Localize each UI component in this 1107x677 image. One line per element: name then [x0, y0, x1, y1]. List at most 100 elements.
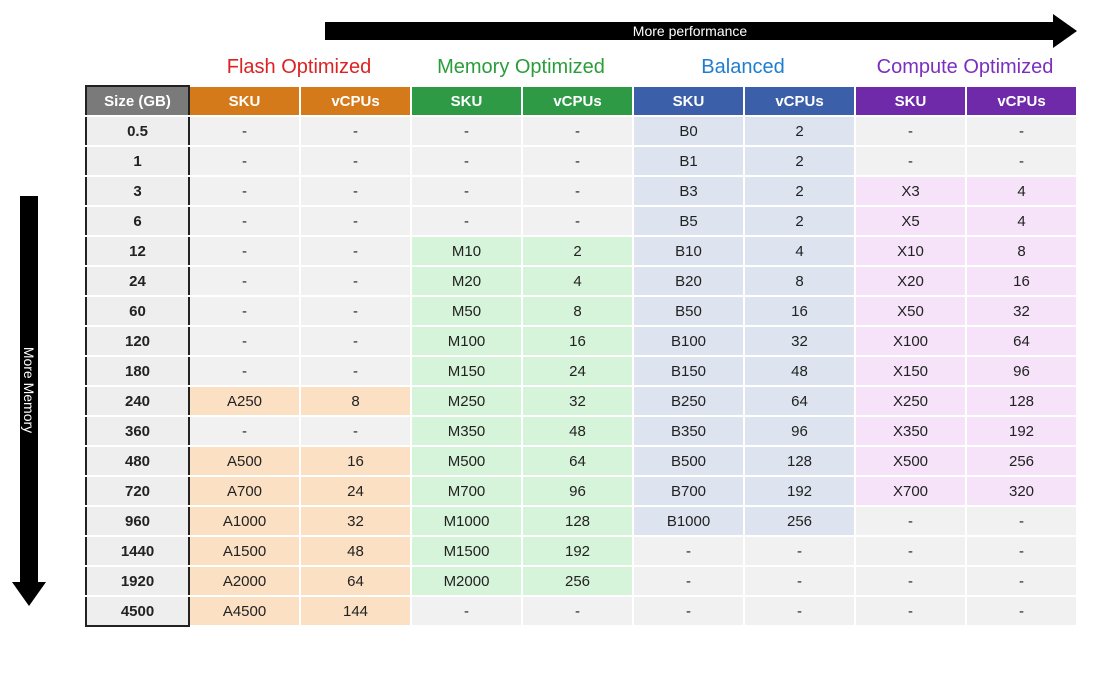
arrow-right-icon: [1053, 14, 1077, 48]
cell-flash-vcpus: -: [300, 356, 411, 386]
cell-compute-vcpus: -: [966, 146, 1077, 176]
cell-balanced-vcpus: -: [744, 566, 855, 596]
cell-flash-sku: -: [189, 116, 300, 146]
cell-compute-vcpus: -: [966, 116, 1077, 146]
cell-balanced-sku: B700: [633, 476, 744, 506]
cell-size: 960: [86, 506, 189, 536]
cell-size: 60: [86, 296, 189, 326]
cell-flash-sku: -: [189, 206, 300, 236]
cell-balanced-vcpus: 96: [744, 416, 855, 446]
cell-flash-sku: -: [189, 266, 300, 296]
left-axis-label: More Memory: [21, 347, 37, 433]
cell-balanced-sku: -: [633, 536, 744, 566]
cell-memory-vcpus: 96: [522, 476, 633, 506]
cell-balanced-sku: B100: [633, 326, 744, 356]
cell-balanced-vcpus: 256: [744, 506, 855, 536]
cell-flash-vcpus: -: [300, 116, 411, 146]
cell-flash-sku: A500: [189, 446, 300, 476]
cell-compute-vcpus: 256: [966, 446, 1077, 476]
cell-flash-vcpus: -: [300, 416, 411, 446]
cell-flash-vcpus: -: [300, 296, 411, 326]
table-header-row: Size (GB) SKU vCPUs SKU vCPUs SKU vCPUs …: [86, 86, 1077, 116]
cell-flash-sku: A4500: [189, 596, 300, 626]
cell-balanced-vcpus: 2: [744, 146, 855, 176]
cell-flash-sku: -: [189, 356, 300, 386]
cell-memory-sku: M1000: [411, 506, 522, 536]
cell-flash-sku: -: [189, 326, 300, 356]
cell-compute-vcpus: -: [966, 596, 1077, 626]
cell-compute-vcpus: -: [966, 536, 1077, 566]
cell-compute-sku: X150: [855, 356, 966, 386]
cell-flash-sku: -: [189, 176, 300, 206]
cell-memory-sku: -: [411, 146, 522, 176]
cell-compute-sku: X350: [855, 416, 966, 446]
cell-flash-vcpus: 144: [300, 596, 411, 626]
cell-memory-sku: M700: [411, 476, 522, 506]
cell-compute-vcpus: 4: [966, 176, 1077, 206]
cell-memory-sku: M500: [411, 446, 522, 476]
table-row: 24--M204B208X2016: [86, 266, 1077, 296]
cell-balanced-sku: B250: [633, 386, 744, 416]
cell-memory-sku: M100: [411, 326, 522, 356]
table-row: 6----B52X54: [86, 206, 1077, 236]
cell-size: 120: [86, 326, 189, 356]
cell-memory-vcpus: 48: [522, 416, 633, 446]
cell-size: 180: [86, 356, 189, 386]
cell-memory-vcpus: 256: [522, 566, 633, 596]
header-balanced-sku: SKU: [633, 86, 744, 116]
cell-memory-sku: M1500: [411, 536, 522, 566]
cell-compute-sku: X700: [855, 476, 966, 506]
cell-flash-sku: A700: [189, 476, 300, 506]
cell-compute-sku: -: [855, 116, 966, 146]
sku-table: Size (GB) SKU vCPUs SKU vCPUs SKU vCPUs …: [85, 85, 1078, 627]
cell-memory-vcpus: -: [522, 116, 633, 146]
table-row: 1440A150048M1500192----: [86, 536, 1077, 566]
cell-flash-sku: -: [189, 296, 300, 326]
cell-memory-sku: M350: [411, 416, 522, 446]
cell-size: 4500: [86, 596, 189, 626]
cell-memory-vcpus: -: [522, 206, 633, 236]
cell-memory-sku: -: [411, 596, 522, 626]
cell-memory-vcpus: 128: [522, 506, 633, 536]
cell-balanced-vcpus: 64: [744, 386, 855, 416]
cell-compute-vcpus: 128: [966, 386, 1077, 416]
header-balanced-vcpus: vCPUs: [744, 86, 855, 116]
header-flash-sku: SKU: [189, 86, 300, 116]
cell-compute-vcpus: 192: [966, 416, 1077, 446]
cell-memory-sku: M50: [411, 296, 522, 326]
table-row: 3----B32X34: [86, 176, 1077, 206]
cell-flash-vcpus: -: [300, 236, 411, 266]
cell-memory-vcpus: -: [522, 176, 633, 206]
cell-flash-vcpus: 32: [300, 506, 411, 536]
cell-memory-vcpus: 8: [522, 296, 633, 326]
table-row: 720A70024M70096B700192X700320: [86, 476, 1077, 506]
cell-memory-sku: M20: [411, 266, 522, 296]
cell-compute-vcpus: 4: [966, 206, 1077, 236]
cell-memory-sku: M10: [411, 236, 522, 266]
cell-flash-sku: A2000: [189, 566, 300, 596]
cell-size: 720: [86, 476, 189, 506]
header-size: Size (GB): [86, 86, 189, 116]
cell-balanced-vcpus: 4: [744, 236, 855, 266]
category-flash: Flash Optimized: [188, 52, 410, 85]
cell-balanced-sku: B10: [633, 236, 744, 266]
cell-balanced-vcpus: 2: [744, 176, 855, 206]
cell-memory-sku: -: [411, 176, 522, 206]
cell-compute-sku: X500: [855, 446, 966, 476]
cell-compute-sku: X20: [855, 266, 966, 296]
more-performance-axis: More performance: [325, 18, 1077, 44]
cell-balanced-sku: B1000: [633, 506, 744, 536]
cell-balanced-sku: B500: [633, 446, 744, 476]
table-row: 4500A4500144------: [86, 596, 1077, 626]
cell-flash-vcpus: 16: [300, 446, 411, 476]
cell-balanced-sku: -: [633, 596, 744, 626]
cell-memory-vcpus: 4: [522, 266, 633, 296]
header-flash-vcpus: vCPUs: [300, 86, 411, 116]
table-row: 120--M10016B10032X10064: [86, 326, 1077, 356]
cell-balanced-vcpus: 2: [744, 206, 855, 236]
cell-compute-sku: -: [855, 506, 966, 536]
cell-memory-sku: -: [411, 206, 522, 236]
cell-memory-sku: M150: [411, 356, 522, 386]
cell-flash-vcpus: 8: [300, 386, 411, 416]
header-compute-vcpus: vCPUs: [966, 86, 1077, 116]
